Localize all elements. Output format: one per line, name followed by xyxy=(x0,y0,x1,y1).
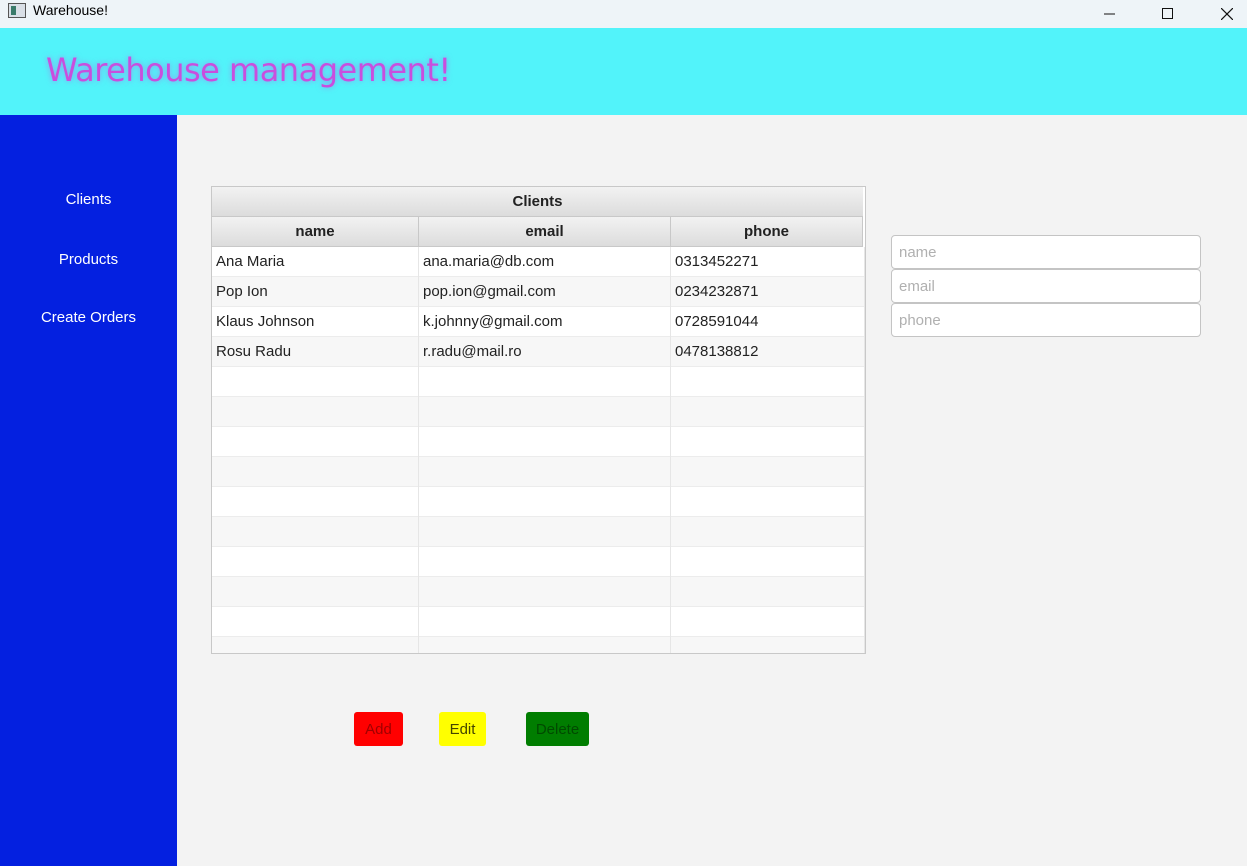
minimize-icon xyxy=(1104,13,1115,15)
empty-table-row xyxy=(212,487,865,517)
empty-table-row xyxy=(212,607,865,637)
delete-button[interactable]: Delete xyxy=(526,712,589,746)
empty-table-row xyxy=(212,427,865,457)
empty-table-row xyxy=(212,457,865,487)
cell-email: ana.maria@db.com xyxy=(419,247,671,277)
sidebar-item-create-orders[interactable]: Create Orders xyxy=(0,309,177,326)
empty-table-row xyxy=(212,577,865,607)
table-row[interactable]: Pop Ion pop.ion@gmail.com 0234232871 xyxy=(212,277,865,307)
maximize-button[interactable] xyxy=(1145,0,1191,28)
sidebar-item-products[interactable]: Products xyxy=(0,251,177,268)
empty-table-row xyxy=(212,517,865,547)
cell-phone: 0313452271 xyxy=(671,247,865,277)
cell-phone: 0478138812 xyxy=(671,337,865,367)
phone-field[interactable] xyxy=(891,303,1201,337)
table-body: Ana Maria ana.maria@db.com 0313452271 Po… xyxy=(212,247,865,653)
window-titlebar: Warehouse! xyxy=(0,0,1247,28)
empty-table-row xyxy=(212,637,865,653)
window-title: Warehouse! xyxy=(33,2,108,18)
page-title: Warehouse management! xyxy=(46,51,451,89)
column-header-name[interactable]: name xyxy=(212,217,419,247)
app-header: Warehouse management! xyxy=(0,28,1247,115)
empty-table-row xyxy=(212,547,865,577)
empty-table-row xyxy=(212,397,865,427)
cell-phone: 0234232871 xyxy=(671,277,865,307)
maximize-icon xyxy=(1162,8,1173,19)
table-caption: Clients xyxy=(212,187,863,217)
table-row[interactable]: Rosu Radu r.radu@mail.ro 0478138812 xyxy=(212,337,865,367)
empty-table-row xyxy=(212,367,865,397)
cell-email: k.johnny@gmail.com xyxy=(419,307,671,337)
edit-button[interactable]: Edit xyxy=(439,712,486,746)
cell-name: Ana Maria xyxy=(212,247,419,277)
email-field[interactable] xyxy=(891,269,1201,303)
sidebar-item-clients[interactable]: Clients xyxy=(0,191,177,208)
close-icon xyxy=(1221,8,1233,20)
cell-email: pop.ion@gmail.com xyxy=(419,277,671,307)
cell-name: Pop Ion xyxy=(212,277,419,307)
cell-name: Rosu Radu xyxy=(212,337,419,367)
column-header-email[interactable]: email xyxy=(419,217,671,247)
add-button[interactable]: Add xyxy=(354,712,403,746)
table-row[interactable]: Klaus Johnson k.johnny@gmail.com 0728591… xyxy=(212,307,865,337)
name-field[interactable] xyxy=(891,235,1201,269)
sidebar: Clients Products Create Orders xyxy=(0,115,177,866)
close-button[interactable] xyxy=(1204,0,1247,28)
cell-email: r.radu@mail.ro xyxy=(419,337,671,367)
minimize-button[interactable] xyxy=(1087,0,1133,28)
cell-name: Klaus Johnson xyxy=(212,307,419,337)
app-icon xyxy=(8,3,26,18)
table-row[interactable]: Ana Maria ana.maria@db.com 0313452271 xyxy=(212,247,865,277)
column-header-phone[interactable]: phone xyxy=(671,217,863,247)
cell-phone: 0728591044 xyxy=(671,307,865,337)
clients-table[interactable]: Clients name email phone Ana Maria ana.m… xyxy=(211,186,866,654)
